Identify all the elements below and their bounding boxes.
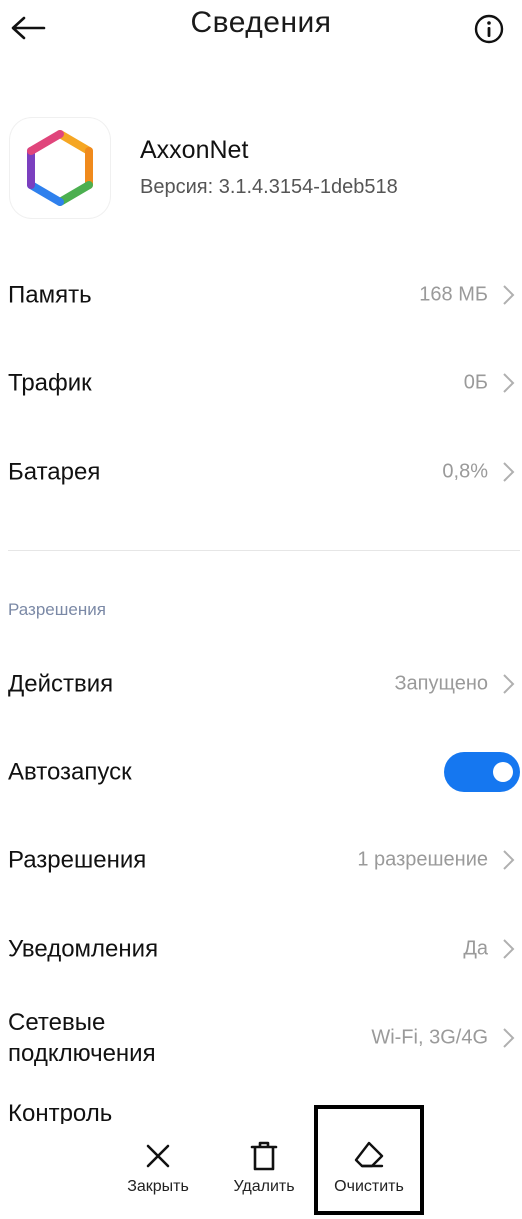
close-button[interactable]: Закрыть: [110, 1138, 206, 1196]
memory-value: 168 МБ: [419, 283, 488, 306]
memory-label: Память: [8, 281, 92, 309]
chevron-right-icon: [503, 674, 515, 694]
autostart-row: Автозапуск: [0, 742, 522, 802]
info-icon[interactable]: [472, 12, 506, 46]
chevron-right-icon: [503, 850, 515, 870]
permissions-row[interactable]: Разрешения 1 разрешение: [0, 830, 522, 890]
notifications-value: Да: [463, 937, 488, 960]
actions-value: Запущено: [394, 672, 488, 695]
trash-icon: [216, 1138, 312, 1174]
autostart-label: Автозапуск: [8, 758, 132, 786]
traffic-value: 0Б: [463, 371, 488, 394]
network-row[interactable]: Сетевые подключения Wi-Fi, 3G/4G: [0, 1000, 522, 1076]
app-version: Версия: 3.1.4.3154-1deb518: [140, 176, 398, 198]
top-bar: Сведения: [0, 0, 522, 60]
autostart-toggle[interactable]: [444, 752, 520, 792]
control-row[interactable]: Контроль: [0, 1094, 522, 1124]
chevron-right-icon: [503, 462, 515, 482]
traffic-label: Трафик: [8, 369, 92, 397]
delete-label: Удалить: [233, 1178, 295, 1195]
chevron-right-icon: [503, 373, 515, 393]
memory-row[interactable]: Память 168 МБ: [0, 265, 522, 325]
battery-value: 0,8%: [442, 460, 488, 483]
battery-row[interactable]: Батарея 0,8%: [0, 442, 522, 502]
network-value: Wi-Fi, 3G/4G: [371, 1026, 488, 1049]
chevron-right-icon: [503, 939, 515, 959]
permissions-label: Разрешения: [8, 846, 147, 874]
divider: [8, 550, 520, 551]
bottom-action-bar: Закрыть Удалить Очистить: [0, 1124, 522, 1219]
close-icon: [110, 1138, 206, 1174]
control-label: Контроль: [8, 1100, 113, 1124]
highlight-box: [314, 1105, 424, 1215]
page-title: Сведения: [190, 6, 332, 39]
traffic-row[interactable]: Трафик 0Б: [0, 353, 522, 413]
section-header-permissions: Разрешения: [8, 600, 106, 619]
actions-label: Действия: [8, 670, 114, 698]
network-label: Сетевые подключения: [8, 1008, 156, 1067]
chevron-right-icon: [503, 285, 515, 305]
permissions-value: 1 разрешение: [357, 848, 488, 871]
battery-label: Батарея: [8, 458, 101, 486]
notifications-row[interactable]: Уведомления Да: [0, 919, 522, 979]
app-icon: [10, 118, 110, 218]
chevron-right-icon: [503, 1028, 515, 1048]
app-name: AxxonNet: [140, 136, 249, 164]
close-label: Закрыть: [127, 1178, 189, 1195]
actions-row[interactable]: Действия Запущено: [0, 654, 522, 714]
delete-button[interactable]: Удалить: [216, 1138, 312, 1196]
notifications-label: Уведомления: [8, 935, 159, 963]
toggle-knob: [493, 762, 513, 782]
